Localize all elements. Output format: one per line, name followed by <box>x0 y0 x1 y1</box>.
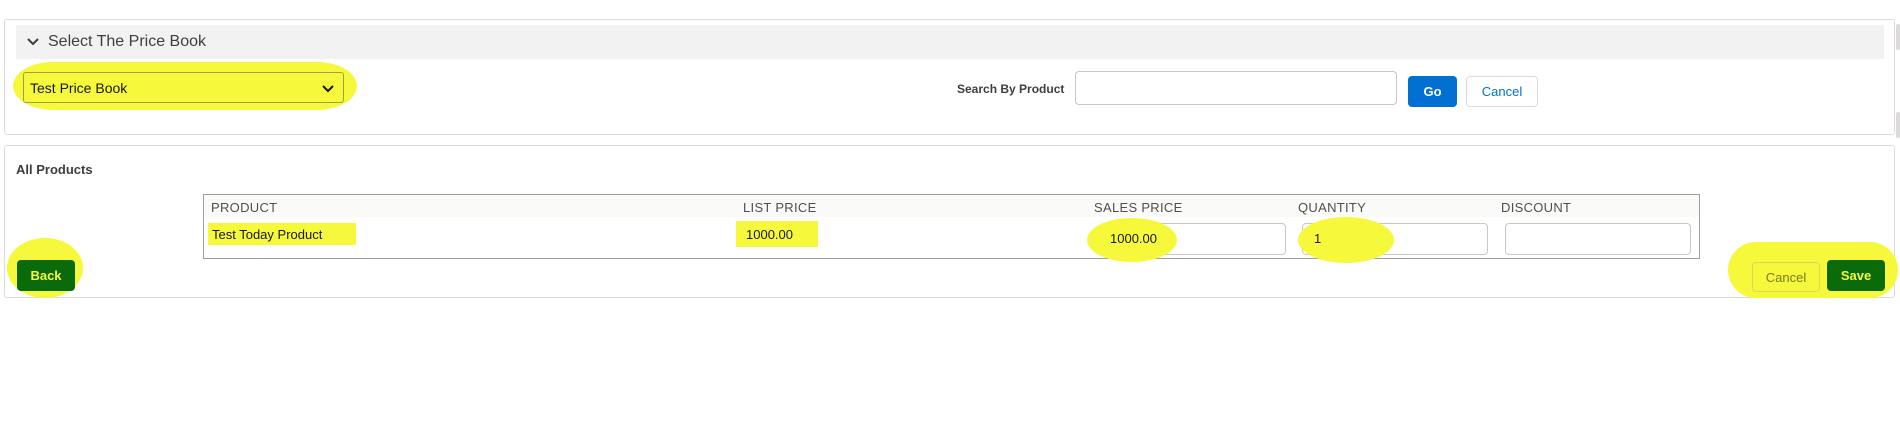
column-header: LIST PRICE <box>743 200 817 215</box>
sales-price-value: 1000.00 <box>1110 231 1157 246</box>
product-name[interactable]: Test Today Product <box>212 227 322 242</box>
discount-field[interactable] <box>1505 223 1691 255</box>
quantity-value: 1 <box>1314 231 1322 246</box>
column-header: PRODUCT <box>211 200 278 215</box>
search-product-input[interactable] <box>1075 71 1397 105</box>
go-button[interactable]: Go <box>1408 76 1457 107</box>
list-price: 1000.00 <box>746 227 793 242</box>
back-button[interactable]: Back <box>17 260 75 291</box>
save-button[interactable]: Save <box>1827 260 1885 291</box>
products-table: PRODUCT LIST PRICE SALES PRICE QUANTITY … <box>203 194 1700 263</box>
chevron-down-icon[interactable] <box>24 33 42 51</box>
search-label: Search By Product <box>957 82 1065 96</box>
products-panel: All Products PRODUCT LIST PRICE SALES PR… <box>4 145 1898 298</box>
scrollbar[interactable] <box>1896 112 1900 138</box>
price-book-section-header[interactable]: Select The Price Book <box>16 25 1884 59</box>
cancel-button[interactable]: Cancel <box>1752 262 1820 292</box>
column-header: DISCOUNT <box>1501 200 1572 215</box>
section-title: All Products <box>16 162 93 177</box>
cancel-search-button[interactable]: Cancel <box>1466 76 1538 107</box>
chevron-down-icon <box>321 81 335 95</box>
scrollbar[interactable] <box>1896 24 1900 50</box>
price-book-selected-value: Test Price Book <box>30 79 128 96</box>
price-book-panel: Select The Price Book Test Price Book Se… <box>4 19 1895 135</box>
section-title: Select The Price Book <box>48 33 207 50</box>
price-book-select[interactable]: Test Price Book <box>23 72 344 103</box>
column-header: QUANTITY <box>1298 200 1367 215</box>
column-header: SALES PRICE <box>1094 200 1183 215</box>
table-header: PRODUCT LIST PRICE SALES PRICE QUANTITY … <box>204 195 1699 217</box>
highlight-mark <box>1298 217 1394 263</box>
